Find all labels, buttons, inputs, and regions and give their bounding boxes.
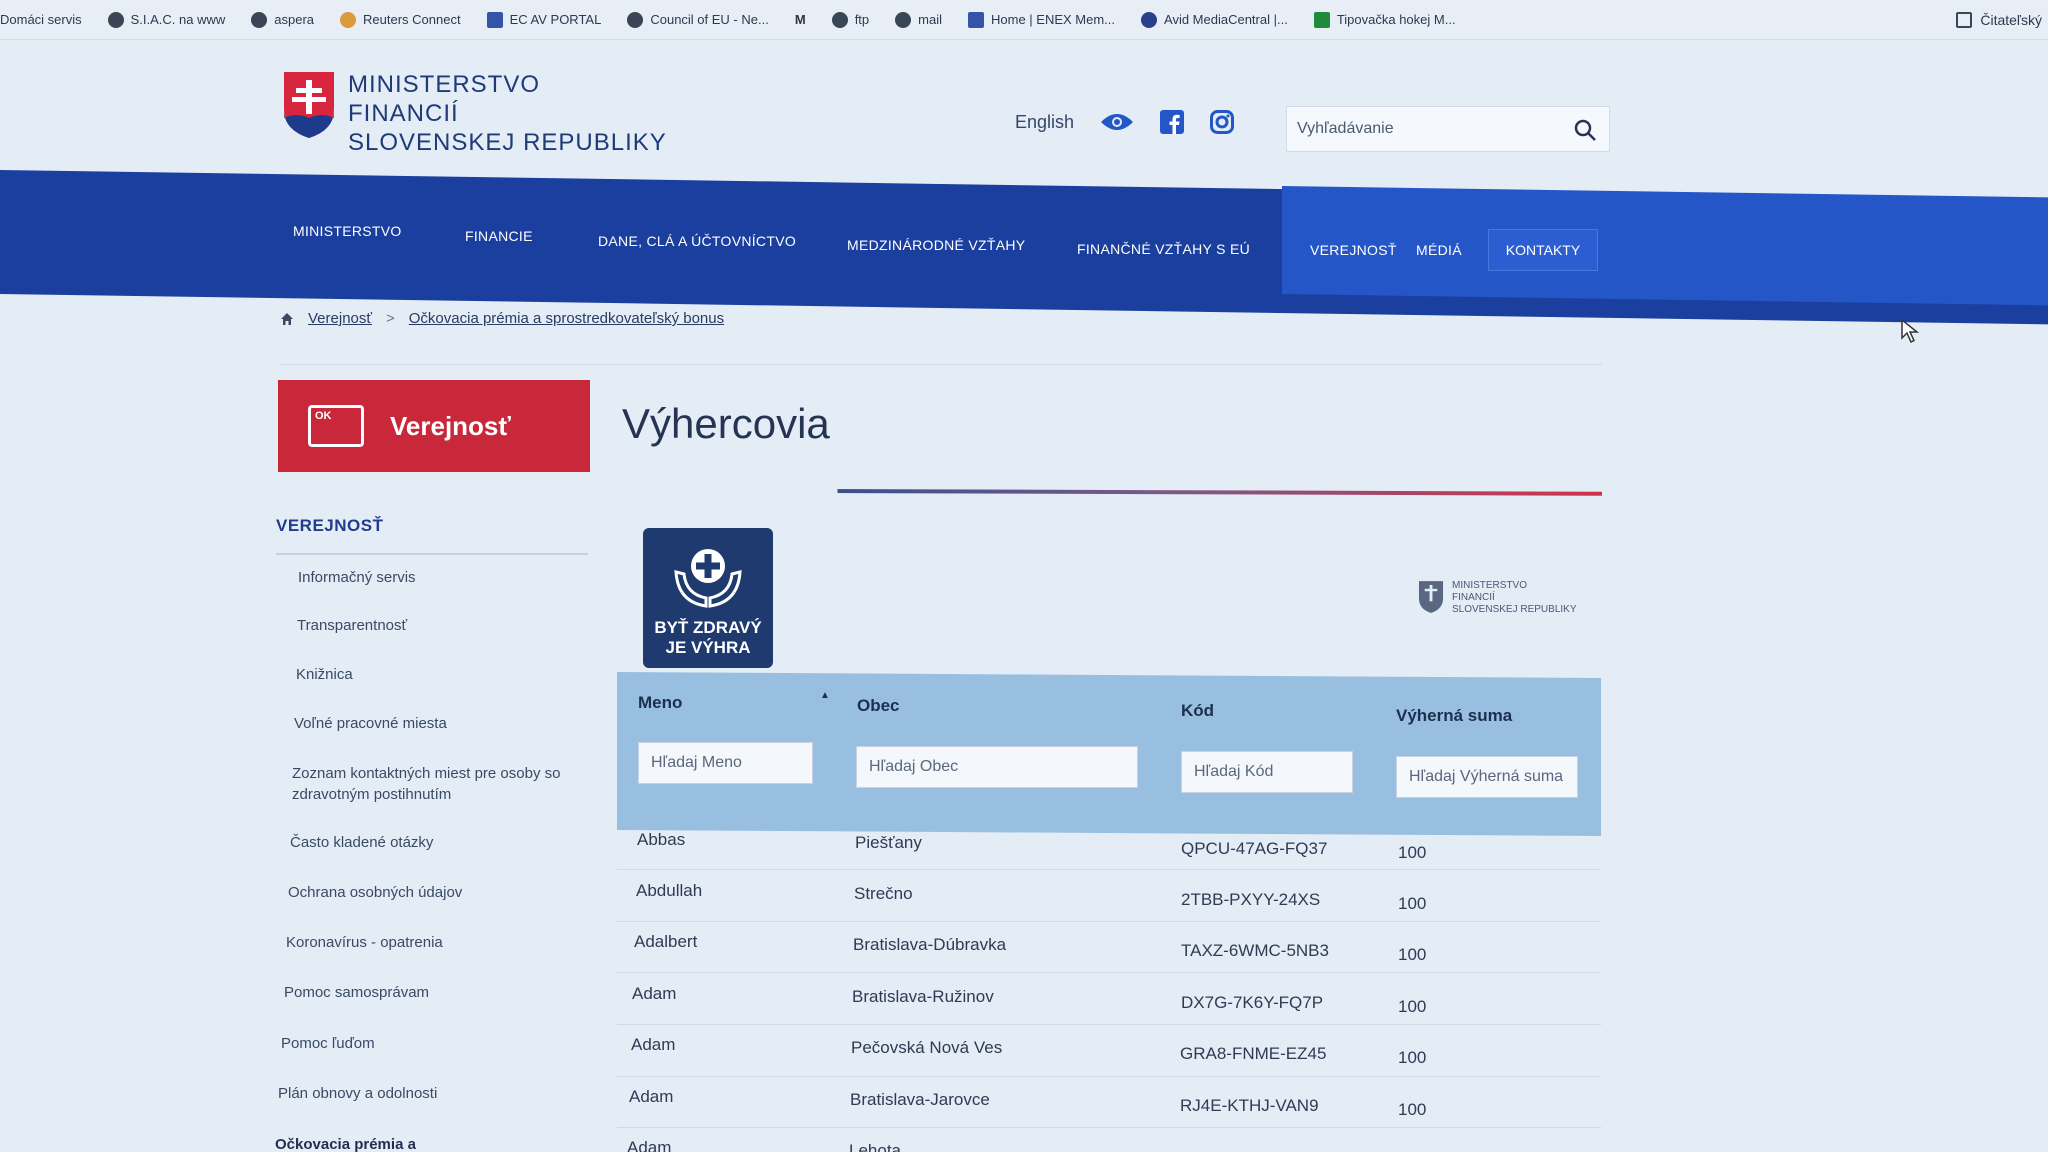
main-nav: Ministerstvo Financie Dane, clá a účtovn… xyxy=(0,0,2048,300)
cell-suma: 100 xyxy=(1398,1048,1427,1067)
nav-item-medzinarodne-vztahy[interactable]: Medzinárodné vzťahy xyxy=(847,237,1025,253)
nav-item-media[interactable]: Médiá xyxy=(1416,242,1462,258)
cell-obec: Piešťany xyxy=(855,833,922,852)
column-header-obec[interactable]: Obec xyxy=(857,696,900,716)
page-title: Výhercovia xyxy=(622,400,830,447)
divider xyxy=(280,364,1602,365)
title-underline xyxy=(622,488,1602,496)
mini-logo-text: Ministerstvo financií Slovenskej republi… xyxy=(1452,580,1577,616)
nav-item-financie[interactable]: Financie xyxy=(465,228,533,244)
cell-obec: Bratislava-Ružinov xyxy=(852,987,994,1006)
ballot-icon-text: OK xyxy=(315,410,332,422)
cell-obec: Bratislava-Jarovce xyxy=(850,1090,990,1109)
chevron-right-icon: > xyxy=(386,310,395,327)
row-divider xyxy=(617,921,1601,922)
cell-meno: Abdullah xyxy=(636,881,703,900)
cell-meno: Adam xyxy=(631,1035,676,1054)
cell-kod: DX7G-7K6Y-FQ7P xyxy=(1181,993,1324,1012)
cell-meno: Adam xyxy=(627,1138,672,1152)
ministry-mini-logo: Ministerstvo financií Slovenskej republi… xyxy=(1418,580,1577,616)
cell-obec: Lehota xyxy=(849,1141,901,1152)
sidebar-item-caste-otazky[interactable]: Často kladené otázky xyxy=(290,832,590,853)
nav-item-ministerstvo[interactable]: Ministerstvo xyxy=(293,223,402,239)
sort-asc-icon[interactable]: ▲ xyxy=(820,690,830,701)
sidebar-item-kontaktne-miesta[interactable]: Zoznam kontaktných miest pre osoby so zd… xyxy=(292,763,578,805)
cell-obec: Strečno xyxy=(854,884,913,903)
cell-suma: 100 xyxy=(1398,1100,1427,1119)
cell-suma: 100 xyxy=(1398,945,1427,964)
column-header-kod[interactable]: Kód xyxy=(1181,701,1214,721)
cell-suma: 100 xyxy=(1398,843,1427,862)
filter-meno-input[interactable] xyxy=(638,742,813,784)
home-icon[interactable] xyxy=(280,312,294,326)
breadcrumb-link[interactable]: Očkovacia prémia a sprostredkovateľský b… xyxy=(409,310,724,327)
cell-kod: TAXZ-6WMC-5NB3 xyxy=(1181,941,1329,960)
sidebar-item-transparentnost[interactable]: Transparentnosť xyxy=(297,615,597,636)
mini-logo-line: financií xyxy=(1452,592,1495,603)
cell-meno: Adam xyxy=(629,1087,674,1106)
section-card-label: Verejnosť xyxy=(390,410,511,441)
cell-meno: Abbas xyxy=(637,830,686,849)
cell-kod: QPCU-47AG-FQ37 xyxy=(1181,839,1328,858)
row-divider xyxy=(617,1127,1601,1128)
campaign-logo-line: BYŤ ZDRAVÝ xyxy=(654,618,762,637)
row-divider xyxy=(617,1024,1601,1025)
sidebar-item-koronavirus[interactable]: Koronavírus - opatrenia xyxy=(286,932,586,953)
coat-of-arms-icon xyxy=(1418,581,1444,613)
sidebar-item-kniznica[interactable]: Knižnica xyxy=(296,664,596,685)
row-divider xyxy=(617,869,1601,870)
nav-item-dane[interactable]: Dane, clá a účtovníctvo xyxy=(598,233,796,249)
sidebar-item-ochrana-udajov[interactable]: Ochrana osobných údajov xyxy=(288,882,588,903)
breadcrumb-link[interactable]: Verejnosť xyxy=(308,310,372,327)
cell-suma: 100 xyxy=(1398,894,1427,913)
cell-obec: Pečovská Nová Ves xyxy=(851,1038,1003,1057)
row-divider xyxy=(617,972,1601,973)
filter-vyherna-suma-input[interactable] xyxy=(1396,756,1578,798)
filter-kod-input[interactable] xyxy=(1181,751,1353,793)
cell-meno: Adalbert xyxy=(634,932,698,951)
breadcrumb: Verejnosť > Očkovacia prémia a sprostred… xyxy=(280,310,724,327)
hands-cross-icon xyxy=(674,549,742,608)
filter-obec-input[interactable] xyxy=(856,746,1138,788)
contact-button[interactable]: Kontakty xyxy=(1488,229,1598,271)
ballot-icon: OK xyxy=(308,405,364,447)
cell-obec: Bratislava-Dúbravka xyxy=(853,935,1007,954)
sidebar-item-plan-obnovy[interactable]: Plán obnovy a odolnosti xyxy=(278,1083,578,1104)
cell-kod: GRA8-FNME-EZ45 xyxy=(1180,1044,1327,1063)
sidebar-item-volne-miesta[interactable]: Voľné pracovné miesta xyxy=(294,713,594,734)
nav-item-financne-vztahy-eu[interactable]: Finančné vzťahy s EÚ xyxy=(1077,241,1250,257)
sidebar-item-ockovacia-premia[interactable]: Očkovacia prémia a xyxy=(275,1134,575,1152)
column-header-meno[interactable]: Meno xyxy=(638,693,682,713)
cell-meno: Adam xyxy=(632,984,677,1003)
mini-logo-line: Ministerstvo xyxy=(1452,580,1528,591)
divider xyxy=(276,553,588,555)
campaign-logo: BYŤ ZDRAVÝ JE VÝHRA xyxy=(643,528,773,668)
sidebar-item-pomoc-ludom[interactable]: Pomoc ľuďom xyxy=(281,1033,581,1054)
column-header-vyherna-suma[interactable]: Výherná suma xyxy=(1396,706,1512,726)
campaign-logo-line: JE VÝHRA xyxy=(665,638,751,657)
nav-item-verejnost[interactable]: Verejnosť xyxy=(1310,242,1397,258)
mouse-cursor-icon xyxy=(1901,318,1920,344)
sidebar-item-informacny-servis[interactable]: Informačný servis xyxy=(298,567,598,588)
sidebar-title: Verejnosť xyxy=(276,516,384,535)
mini-logo-line: Slovenskej republiky xyxy=(1452,604,1577,615)
row-divider xyxy=(617,1076,1601,1077)
cell-kod: 2TBB-PXYY-24XS xyxy=(1181,890,1321,909)
cell-kod: RJ4E-KTHJ-VAN9 xyxy=(1180,1096,1319,1115)
section-card[interactable]: OK Verejnosť xyxy=(278,380,590,472)
cell-suma: 100 xyxy=(1398,997,1427,1016)
sidebar-item-pomoc-samospravam[interactable]: Pomoc samosprávam xyxy=(284,982,584,1003)
